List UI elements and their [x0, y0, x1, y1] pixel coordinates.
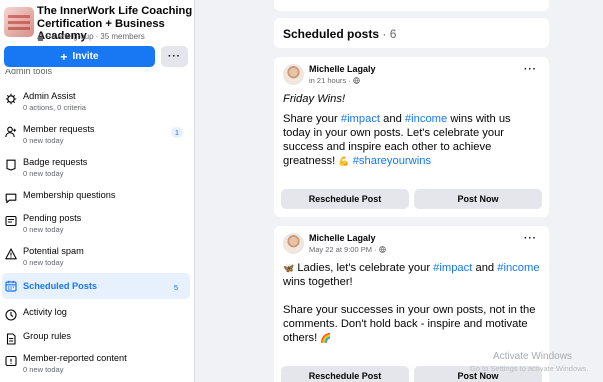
sidebar-item-member-requests[interactable]: Member requests 0 new today 1: [0, 119, 194, 149]
reschedule-post-button[interactable]: Reschedule Post: [281, 189, 409, 209]
sidebar-item-sublabel: 0 new today: [23, 136, 64, 145]
group-header[interactable]: The InnerWork Life Coaching Certificatio…: [4, 4, 192, 44]
sidebar-item-label: Membership questions: [23, 190, 116, 200]
report-icon: [5, 355, 17, 367]
post-time: in 21 hours ·: [309, 76, 360, 85]
badge-icon: [5, 159, 17, 171]
sidebar-item-label: Member requests: [23, 124, 95, 134]
group-more-button[interactable]: ···: [161, 46, 188, 67]
calendar-icon: [5, 280, 17, 292]
sidebar-item-label: Activity log: [23, 307, 67, 317]
scheduled-posts-title: Scheduled posts · 6: [283, 27, 396, 41]
sidebar-item-label: Group rules: [23, 331, 72, 341]
post-paragraph: Share your #impact and #income wins with…: [283, 112, 541, 168]
sidebar-item-potential-spam[interactable]: Potential spam 0 new today: [0, 241, 194, 271]
group-cover-thumbnail[interactable]: [4, 7, 34, 37]
post-text-run: wins together!: [283, 276, 353, 288]
post-more-options-button[interactable]: ···: [524, 65, 537, 75]
post-author[interactable]: Michelle Lagaly: [309, 233, 376, 243]
hashtag-link[interactable]: #impact: [433, 262, 472, 274]
globe-icon: [352, 77, 360, 84]
hashtag-link[interactable]: #income: [497, 262, 539, 274]
avatar[interactable]: [283, 233, 304, 254]
warning-icon: [5, 248, 17, 260]
post-text-run: and: [380, 113, 405, 125]
scheduled-post-card: Michelle Lagaly in 21 hours · ··· Friday…: [274, 57, 549, 217]
hashtag-link[interactable]: #shareyourwins: [353, 155, 431, 167]
sidebar-item-label: Member-reported content: [23, 353, 127, 363]
group-privacy: Private group: [46, 32, 94, 41]
hashtag-link[interactable]: #income: [405, 113, 447, 125]
sidebar-item-sublabel: 0 new today: [23, 225, 64, 234]
post-text-run: Ladies, let's celebrate your: [294, 262, 434, 274]
scheduled-posts-header: Scheduled posts · 6: [274, 18, 549, 48]
post-time: May 22 at 9:00 PM ·: [309, 245, 386, 254]
sidebar-item-sublabel: 0 new today: [23, 365, 64, 374]
sidebar-item-label: Scheduled Posts: [23, 281, 98, 291]
post-headline: Friday Wins!: [283, 93, 346, 105]
sidebar-item-sublabel: 0 new today: [23, 169, 64, 178]
post-paragraph: Share your successes in your own posts, …: [283, 303, 541, 345]
rules-icon: [5, 333, 17, 345]
sidebar-item-sublabel: 0 actions, 0 criteria: [23, 103, 86, 112]
hashtag-link[interactable]: #impact: [341, 113, 380, 125]
avatar[interactable]: [283, 64, 304, 85]
sidebar-item-sublabel: 0 new today: [23, 258, 64, 267]
scheduled-posts-count: · 6: [382, 27, 397, 41]
sidebar-item-label: Badge requests: [23, 157, 88, 167]
sidebar-item-label: Potential spam: [23, 246, 84, 256]
reschedule-post-button[interactable]: Reschedule Post: [281, 366, 409, 382]
post-time-text: May 22 at 9:00 PM ·: [309, 245, 377, 254]
pending-posts-icon: [5, 215, 17, 227]
lock-icon: [37, 33, 44, 41]
admin-tools-heading: Admin tools: [5, 69, 53, 76]
clock-icon: [5, 309, 17, 321]
post-more-options-button[interactable]: ···: [524, 234, 537, 244]
sidebar-item-admin-assist[interactable]: Admin Assist 0 actions, 0 criteria: [0, 86, 194, 116]
chevron-up-icon[interactable]: ⌃: [170, 68, 182, 76]
invite-button[interactable]: + Invite: [4, 46, 155, 67]
sidebar-item-badge-requests[interactable]: Badge requests 0 new today: [0, 152, 194, 182]
invite-label: Invite: [72, 51, 99, 62]
person-add-icon: [5, 126, 17, 138]
group-member-count[interactable]: 35 members: [100, 32, 144, 41]
globe-icon: [378, 246, 386, 253]
group-meta: Private group · 35 members: [37, 32, 145, 41]
sidebar-item-label: Admin Assist: [23, 91, 76, 101]
more-dots-icon: ···: [168, 51, 181, 62]
post-time-text: in 21 hours ·: [309, 76, 351, 85]
plus-icon: +: [60, 49, 68, 64]
post-action-row: Reschedule Post Post Now: [281, 189, 542, 209]
post-text-run: Share your: [283, 113, 341, 125]
post-now-button[interactable]: Post Now: [414, 189, 542, 209]
gear-check-icon: [5, 93, 17, 105]
admin-sidebar: The InnerWork Life Coaching Certificatio…: [0, 0, 195, 382]
sidebar-item-pending-posts[interactable]: Pending posts 0 new today: [0, 208, 194, 238]
scheduled-count-badge: 5: [173, 283, 178, 292]
activate-windows-watermark: Activate Windows: [493, 351, 572, 362]
post-author[interactable]: Michelle Lagaly: [309, 64, 376, 74]
meta-separator: ·: [95, 32, 99, 41]
sidebar-item-label: Pending posts: [23, 213, 82, 223]
scheduled-posts-title-text: Scheduled posts: [283, 27, 380, 41]
sidebar-item-scheduled-posts[interactable]: Scheduled Posts 5: [2, 273, 190, 299]
post-text-run: and: [472, 262, 498, 274]
post-text: Friday Wins! Share your #impact and #inc…: [283, 92, 541, 168]
butterfly-emoji: 🦋: [283, 263, 295, 273]
sidebar-item-member-reported-content[interactable]: Member-reported content 0 new today: [0, 348, 194, 378]
previous-card-edge: [274, 0, 549, 11]
activate-windows-subtext: Go to Settings to activate Windows.: [470, 364, 589, 373]
flexed-biceps-emoji: 💪: [338, 156, 350, 166]
post-text: 🦋 Ladies, let's celebrate your #impact a…: [283, 261, 541, 345]
notification-badge: 1: [170, 127, 183, 138]
post-paragraph: 🦋 Ladies, let's celebrate your #impact a…: [283, 261, 541, 289]
rainbow-emoji: 🌈: [320, 333, 332, 343]
chat-bubble-icon: [5, 192, 17, 204]
